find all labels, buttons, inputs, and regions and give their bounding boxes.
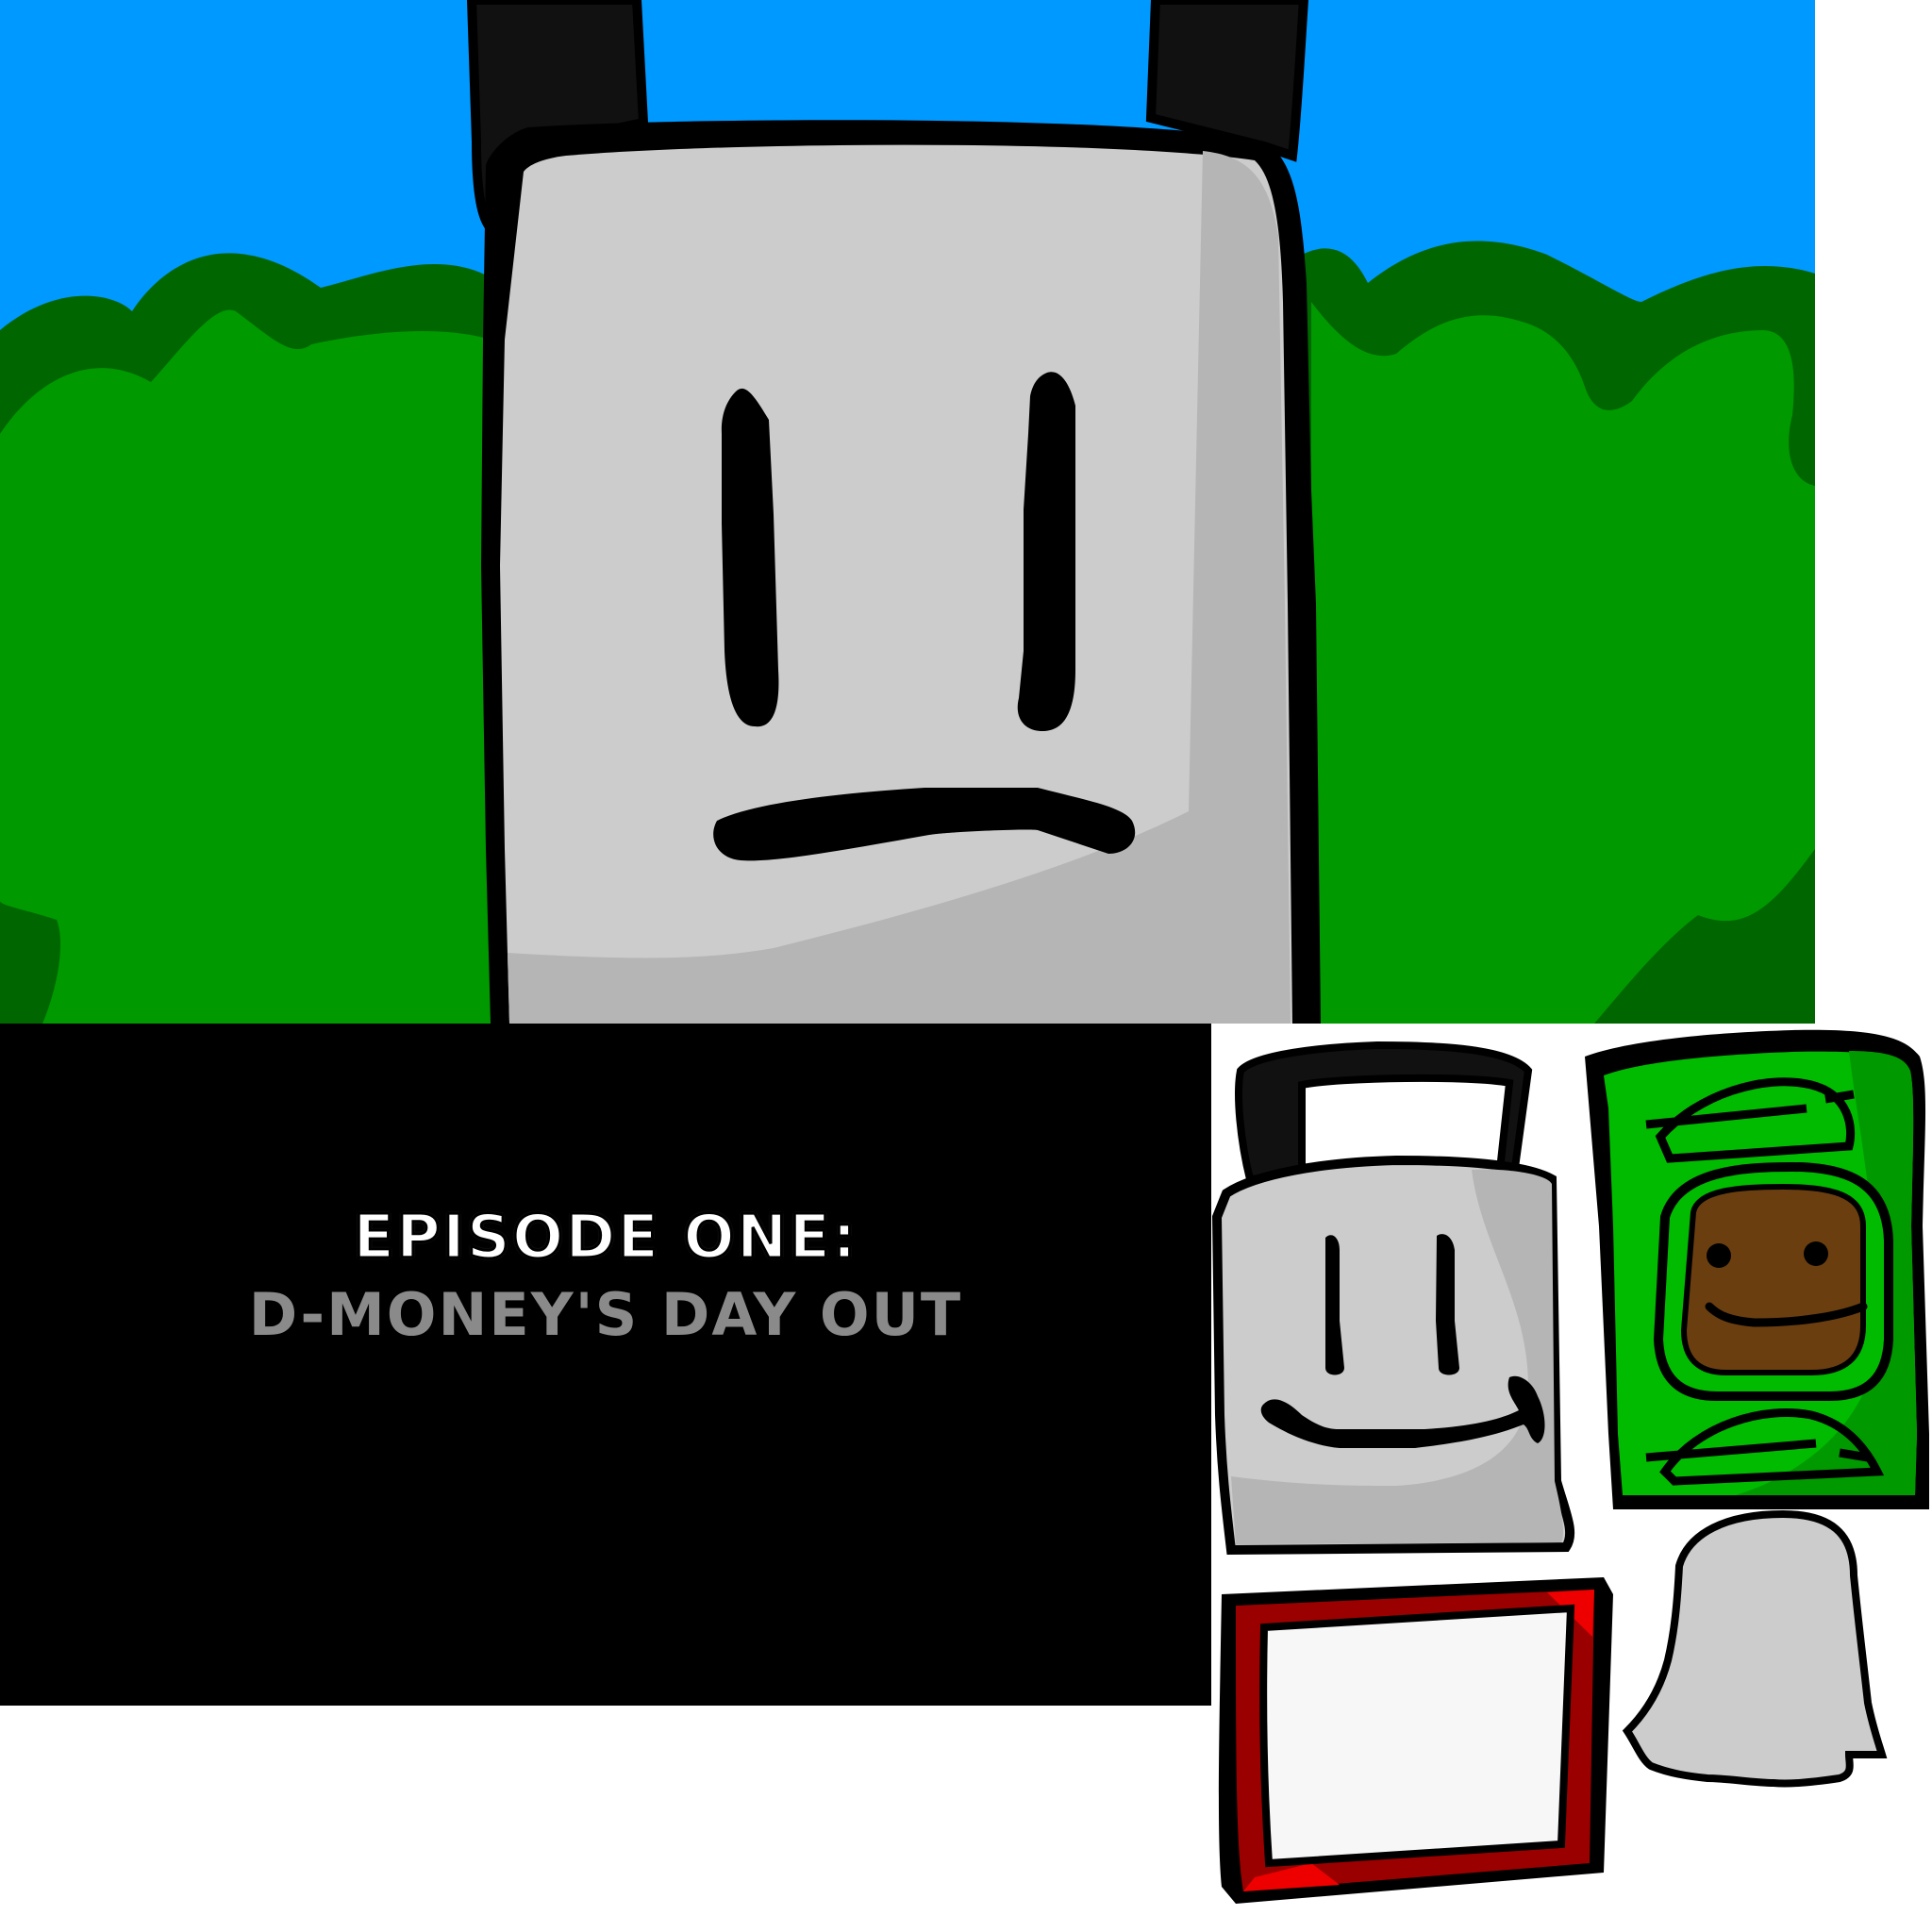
bag-sprite-eye-left (1325, 1235, 1344, 1375)
bush-right-light (1311, 302, 1815, 1024)
coin-eye-right (1804, 1241, 1828, 1266)
bill-portrait-frame (1653, 1161, 1893, 1401)
frame-outline (1218, 1577, 1613, 1904)
bag-sprite-handle (1235, 1041, 1533, 1184)
bag-sprite-body (1211, 1155, 1575, 1556)
bag-sprite-eye-right (1436, 1234, 1459, 1375)
ghost-icon (1622, 1509, 1888, 1788)
bag-sprite-smile (1260, 1375, 1545, 1448)
scene-panel (0, 0, 1815, 1024)
bill-coin (1680, 1183, 1866, 1375)
sprite-sheet: EPISODE ONE: D-MONEY'S DAY OUT (0, 0, 1932, 1932)
bill-shade (1736, 1051, 1917, 1495)
title-card: EPISODE ONE: D-MONEY'S DAY OUT (0, 1024, 1211, 1706)
coin-eye-left (1707, 1243, 1731, 1268)
frame-highlight (1243, 1590, 1594, 1891)
bill-face (1604, 1051, 1917, 1495)
bush-left-light (0, 309, 491, 1024)
bill-top-ornament (1645, 1077, 1856, 1163)
ghost-sheet (1622, 1509, 1888, 1788)
episode-number-text: EPISODE ONE: (352, 1202, 858, 1274)
bag-sprite-shade (1231, 1169, 1564, 1544)
frame-canvas (1259, 1604, 1575, 1868)
episode-title-text: D-MONEY'S DAY OUT (248, 1280, 963, 1349)
picture-frame-icon (1218, 1577, 1613, 1904)
frame-red (1236, 1590, 1594, 1891)
bill-outline (1585, 1029, 1929, 1509)
bill-bottom-ornament (1645, 1408, 1885, 1486)
coin-smile (1705, 1302, 1868, 1327)
smiling-bag-icon (1211, 1041, 1575, 1556)
bag-character-closeup (466, 0, 1321, 1024)
dollar-bill-icon (1585, 1029, 1929, 1509)
